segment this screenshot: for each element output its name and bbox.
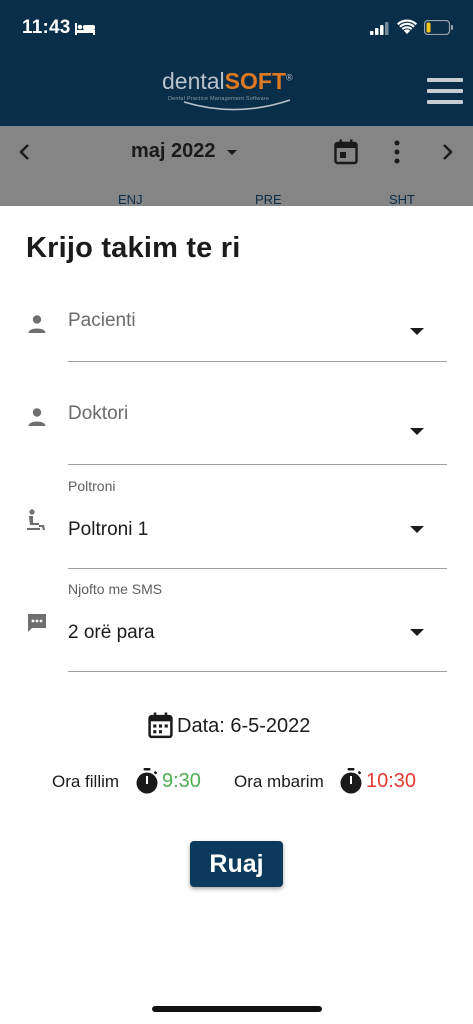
hamburger-menu-icon[interactable]	[427, 78, 463, 104]
status-bar: 11:43	[0, 0, 473, 60]
chair-underline	[68, 568, 447, 569]
doctor-underline	[68, 464, 447, 465]
chair-label: Poltroni	[68, 478, 116, 494]
chevron-left-icon[interactable]	[16, 142, 34, 162]
dropdown-arrow-icon	[410, 428, 424, 435]
stopwatch-icon[interactable]	[135, 768, 159, 794]
dropdown-arrow-icon	[410, 629, 424, 636]
patient-placeholder: Pacienti	[68, 310, 136, 331]
wifi-icon	[397, 19, 417, 34]
calendar-toolbar: maj 2022 ENJ PRE SHT	[0, 126, 473, 206]
chair-select[interactable]: Poltroni Poltroni 1	[0, 477, 473, 570]
time-row: Ora fillim 9:30 Ora mbarim 10:30	[0, 766, 473, 796]
dentalsoft-logo[interactable]: dentalSOFT® Dental Practice Management S…	[162, 68, 312, 114]
more-vert-icon[interactable]	[388, 140, 406, 164]
battery-icon	[424, 20, 453, 35]
start-time-label: Ora fillim	[52, 772, 120, 791]
stopwatch-icon[interactable]	[339, 768, 363, 794]
save-button[interactable]: Ruaj	[190, 841, 283, 887]
date-label: Data: 6-5-2022	[177, 715, 311, 737]
logo-accent: SOFT	[224, 68, 287, 94]
app-header: dentalSOFT® Dental Practice Management S…	[0, 60, 473, 126]
calendar-month-selector[interactable]: maj 2022	[131, 140, 216, 163]
dropdown-arrow-icon	[410, 526, 424, 533]
chair-value: Poltroni 1	[68, 519, 149, 540]
doctor-select[interactable]: Doktori	[0, 399, 473, 467]
sheet-title: Krijo takim te ri	[26, 232, 241, 264]
chair-icon	[27, 509, 45, 530]
dropdown-arrow-icon	[410, 328, 424, 335]
person-icon	[28, 408, 46, 426]
patient-underline	[68, 361, 447, 362]
signal-icon	[370, 22, 389, 35]
sms-reminder-select[interactable]: Njofto me SMS 2 orë para	[0, 580, 473, 673]
new-appointment-sheet: Krijo takim te ri Pacienti Doktori Poltr…	[0, 206, 473, 1024]
sms-label: Njofto me SMS	[68, 581, 163, 597]
logo-swoosh-icon	[183, 99, 291, 111]
end-time-label: Ora mbarim	[234, 772, 324, 791]
day-label-pre: PRE	[255, 192, 282, 206]
person-icon	[28, 315, 46, 333]
end-time-value[interactable]: 10:30	[366, 770, 416, 793]
home-indicator[interactable]	[152, 1006, 322, 1012]
calendar-today-icon[interactable]	[334, 139, 358, 165]
sms-underline	[68, 671, 447, 672]
sms-icon	[28, 614, 46, 632]
patient-select[interactable]: Pacienti	[0, 306, 473, 364]
bed-icon	[75, 23, 95, 35]
start-time-value[interactable]: 9:30	[162, 770, 201, 793]
status-time: 11:43	[22, 17, 71, 38]
doctor-placeholder: Doktori	[68, 403, 129, 424]
logo-primary: dental	[162, 68, 225, 94]
dropdown-caret-icon[interactable]	[227, 150, 237, 156]
logo-mark: ®	[286, 72, 293, 83]
sms-value: 2 orë para	[68, 622, 155, 643]
day-label-enj: ENJ	[118, 192, 143, 206]
chevron-right-icon[interactable]	[438, 142, 456, 162]
day-label-sht: SHT	[389, 192, 415, 206]
calendar-icon	[148, 712, 173, 739]
